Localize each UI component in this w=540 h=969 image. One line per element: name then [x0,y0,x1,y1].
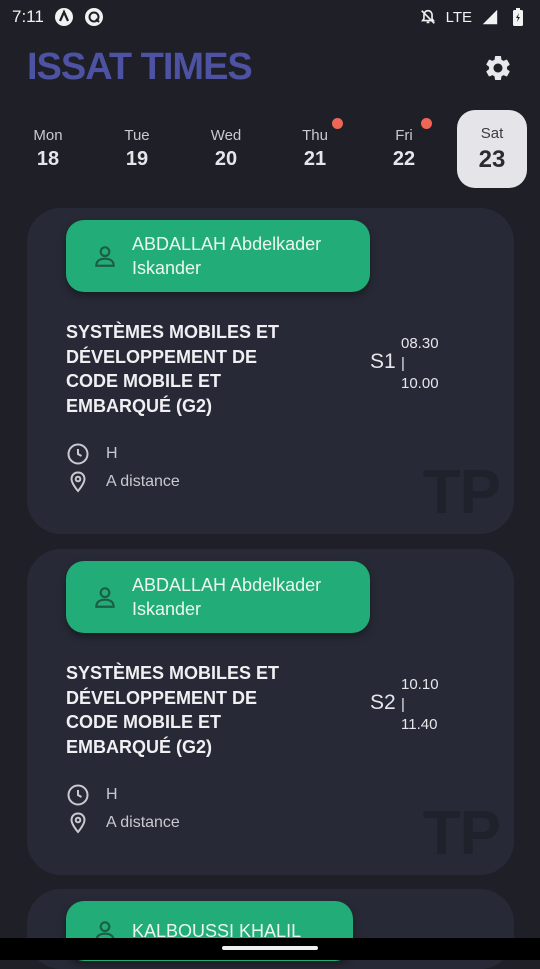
session-type-label: TP [422,799,501,868]
teacher-name: ABDALLAH Abdelkader Iskander [132,234,322,278]
session-code: S2 [370,691,396,714]
day-number: 21 [303,148,327,170]
day-name: Fri [395,127,413,144]
app-notification-icon [54,7,74,27]
location-text: A distance [106,814,180,831]
sync-notification-icon [84,7,104,27]
day-name: Wed [210,127,242,144]
session-card[interactable]: ABDALLAH Abdelkader Iskander SYSTÈMES MO… [27,549,514,875]
frequency-row: H [66,783,118,807]
location-row: A distance [66,470,180,494]
session-card[interactable]: ABDALLAH Abdelkader Iskander SYSTÈMES MO… [27,208,514,534]
location-row: A distance [66,811,180,835]
day-number: 18 [36,148,60,170]
status-right: LTE [418,7,528,27]
person-icon [95,587,115,608]
day-selector: Mon 18 Tue 19 Wed 20 Thu 21 Fri 22 Sat 2… [0,110,540,190]
clock-icon [67,443,89,465]
day-name: Mon [33,127,63,144]
status-bar: 7:11 LTE [0,0,540,34]
notifications-off-icon [418,7,438,27]
events-indicator-dot [421,118,432,129]
session-time: 08.30 | 10.00 [401,334,439,394]
day-wednesday[interactable]: Wed 20 [191,110,261,188]
signal-icon [480,7,500,27]
session-time: 10.10 | 11.40 [401,675,439,735]
location-pin-icon [70,471,86,493]
teacher-chip[interactable]: ABDALLAH Abdelkader Iskander [66,561,370,633]
frequency-text: H [106,786,118,803]
course-title: SYSTÈMES MOBILES ET DÉVELOPPEMENT DE COD… [66,663,280,757]
app-title: ISSAT TIMES [27,46,253,88]
day-saturday-selected[interactable]: Sat 23 [457,110,527,188]
course-title: SYSTÈMES MOBILES ET DÉVELOPPEMENT DE COD… [66,322,280,416]
end-time: 11.40 [401,716,438,733]
day-monday[interactable]: Mon 18 [13,110,83,188]
system-nav-bar [0,938,540,960]
day-thursday[interactable]: Thu 21 [280,110,350,188]
session-type-label: TP [422,458,501,527]
start-time: 08.30 [401,335,439,352]
end-time: 10.00 [401,375,439,392]
status-left: 7:11 [12,7,104,27]
day-number: 23 [478,145,506,173]
location-pin-icon [70,812,86,834]
session-code: S1 [370,350,396,373]
day-name: Thu [302,127,328,144]
gear-icon [486,55,510,80]
clock-icon [67,784,89,806]
day-number: 20 [214,148,238,170]
day-friday[interactable]: Fri 22 [369,110,439,188]
day-name: Sat [480,124,504,142]
start-time: 10.10 [401,676,439,693]
time-separator: | [401,696,405,713]
day-name: Tue [124,127,150,144]
network-type: LTE [445,8,472,26]
frequency-row: H [66,442,118,466]
frequency-text: H [106,445,118,462]
teacher-name: ABDALLAH Abdelkader Iskander [132,575,322,619]
person-icon [95,246,115,267]
day-number: 19 [125,148,149,170]
settings-button[interactable] [481,51,515,85]
day-tuesday[interactable]: Tue 19 [102,110,172,188]
location-text: A distance [106,473,180,490]
status-time: 7:11 [12,7,44,26]
events-indicator-dot [332,118,343,129]
teacher-chip[interactable]: ABDALLAH Abdelkader Iskander [66,220,370,292]
day-number: 22 [392,148,416,170]
home-gesture-handle[interactable] [222,946,318,950]
time-separator: | [401,355,405,372]
battery-icon [508,7,528,27]
